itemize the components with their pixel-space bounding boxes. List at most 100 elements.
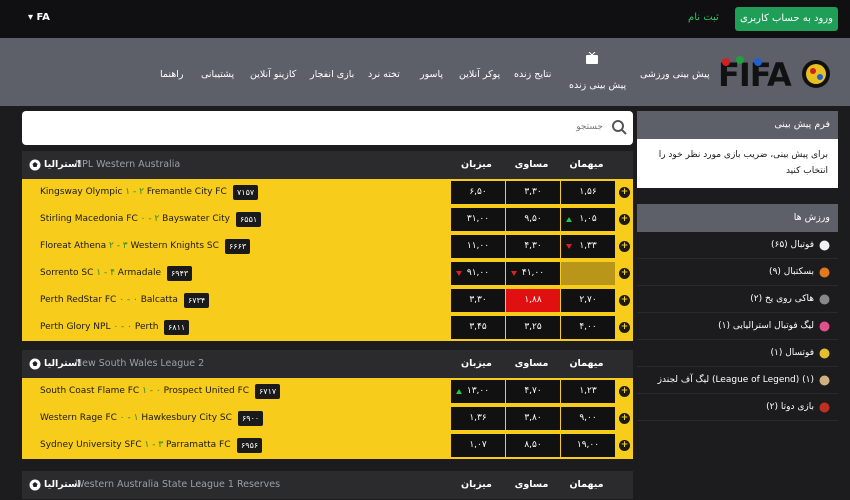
expand-match-icon[interactable]: + (619, 295, 630, 306)
odds-home[interactable]: ۹,۰۰ (561, 407, 615, 430)
odds-home[interactable]: ۱,۰۵ (561, 208, 615, 231)
match-teams[interactable]: Perth Glory NPL ۰ - ۰ Perth (40, 322, 158, 332)
nav-help[interactable]: راهنما (160, 69, 184, 80)
expand-match-icon[interactable]: + (619, 413, 630, 424)
expand-match-icon[interactable]: + (619, 322, 630, 333)
odds-draw[interactable]: ۹,۵۰ (506, 208, 560, 231)
odds-value: ۱,۵۶ (579, 187, 597, 197)
odds-home[interactable]: ۲,۷۰ (561, 289, 615, 312)
odds-home[interactable]: ۱,۳۳ (561, 235, 615, 258)
nav-crash-game[interactable]: بازی انفجار (310, 69, 354, 80)
league-block: استرالیا NPL Western Australia میزبان مس… (22, 151, 633, 341)
nav-pasoor[interactable]: پاسور (420, 69, 443, 80)
match-teams[interactable]: South Coast Flame FC ۱ - ۰ Prospect Unit… (40, 386, 249, 396)
language-selector[interactable]: ▾ FA (28, 12, 50, 23)
expand-match-icon[interactable]: + (619, 214, 630, 225)
odds-home[interactable] (561, 262, 615, 285)
odds-away[interactable]: ۳,۳۰ (451, 289, 505, 312)
odds-away[interactable]: ۳,۴۵ (451, 316, 505, 339)
odds-home[interactable]: ۱,۵۶ (561, 181, 615, 204)
sport-label: فوتبال (۶۵) (770, 240, 814, 250)
match-rows: Kingsway Olympic ۱ - ۲ Fremantle City FC… (22, 179, 633, 341)
sport-item[interactable]: لیگ فوتبال استرالیایی (۱) (637, 313, 838, 340)
odds-draw[interactable]: ۴,۷۰ (506, 380, 560, 403)
home-team: Kingsway Olympic (40, 187, 123, 197)
fifa90-logo[interactable]: FIFA (716, 50, 832, 100)
odds-value: ۲,۷۰ (579, 295, 597, 305)
odds-trend-down-icon (511, 271, 517, 276)
nav-backgammon[interactable]: تخته نرد (368, 69, 400, 80)
odds-draw[interactable]: ۸,۵۰ (506, 434, 560, 457)
match-teams[interactable]: Kingsway Olympic ۱ - ۲ Fremantle City FC (40, 187, 227, 197)
odds-value: ۴,۷۰ (524, 386, 542, 396)
sport-item[interactable]: بازی دوتا (۲) (637, 394, 838, 421)
nav-live-betting[interactable]: پیش بینی زنده (569, 80, 626, 91)
match-teams[interactable]: Floreat Athena ۲ - ۳ Western Knights SC (40, 241, 219, 251)
sport-item[interactable]: فوتسال (۱) (637, 340, 838, 367)
odds-away[interactable]: ۳۱,۰۰ (451, 208, 505, 231)
home-team: South Coast Flame FC (40, 386, 140, 396)
match-teams[interactable]: Sorrento SC ۱ - ۴ Armadale (40, 268, 161, 278)
sport-item[interactable]: بسکتبال (۹) (637, 259, 838, 286)
expand-match-icon[interactable]: + (619, 268, 630, 279)
odds-away[interactable]: ۱,۰۷ (451, 434, 505, 457)
search-bar[interactable]: جستجو (22, 111, 633, 145)
nav-online-poker[interactable]: پوکر آنلاین (459, 69, 500, 80)
odds-home[interactable]: ۴,۰۰ (561, 316, 615, 339)
odds-away[interactable]: ۶,۵۰ (451, 181, 505, 204)
odds-home[interactable]: ۱,۲۳ (561, 380, 615, 403)
match-score: ۱ - ۰ (142, 386, 161, 396)
match-teams[interactable]: Western Rage FC ۰ - ۱ Hawkesbury City SC (40, 413, 232, 423)
league-header[interactable]: استرالیا New South Wales League 2 میزبان… (22, 350, 633, 378)
sport-label: بسکتبال (۹) (769, 267, 814, 277)
odds-away[interactable]: ۹۱,۰۰ (451, 262, 505, 285)
odds-draw[interactable]: ۳,۲۵ (506, 316, 560, 339)
signup-link[interactable]: ثبت نام (688, 12, 719, 23)
odds-draw[interactable]: ۱,۸۸ (506, 289, 560, 312)
match-row: Perth Glory NPL ۰ - ۰ Perth ۶۸۱۱ ۳,۴۵ ۳,… (22, 314, 633, 341)
sport-item[interactable]: لیگ آف لجندز (League of Legend) (۱) (637, 367, 838, 394)
sport-icon (819, 402, 830, 413)
odds-draw[interactable]: ۳,۳۰ (506, 181, 560, 204)
odds-away[interactable]: ۱,۳۶ (451, 407, 505, 430)
match-teams[interactable]: Stirling Macedonia FC ۰ - ۲ Bayswater Ci… (40, 214, 230, 224)
expand-match-icon[interactable]: + (619, 386, 630, 397)
nav-support[interactable]: پشتیبانی (201, 69, 234, 80)
away-team: Armadale (117, 268, 162, 278)
match-id-badge: ۶۶۶۳ (225, 239, 251, 254)
sport-label: هاکی روی یخ (۲) (750, 294, 814, 304)
col-away-header: میزبان (461, 159, 492, 170)
nav-online-casino[interactable]: کازینو آنلاین (250, 69, 296, 80)
odds-away[interactable]: ۱۱,۰۰ (451, 235, 505, 258)
nav-sports-betting[interactable]: پیش بینی ورزشی (640, 69, 710, 80)
odds-draw[interactable]: ۴,۳۰ (506, 235, 560, 258)
league-block: استرالیا New South Wales League 2 میزبان… (22, 350, 633, 459)
match-teams[interactable]: Perth RedStar FC ۰ - ۰ Balcatta (40, 295, 178, 305)
soccer-ball-icon (29, 479, 41, 491)
league-name: NPL Western Australia (75, 159, 181, 170)
expand-match-icon[interactable]: + (619, 187, 630, 198)
match-teams[interactable]: Sydney University SFC ۱ - ۳ Parramatta F… (40, 440, 231, 450)
expand-match-icon[interactable]: + (619, 440, 630, 451)
sport-item[interactable]: فوتبال (۶۵) (637, 232, 838, 259)
col-home-header: میهمان (569, 358, 604, 369)
league-block: استرالیا Western Australia State League … (22, 471, 633, 499)
match-row: Floreat Athena ۲ - ۳ Western Knights SC … (22, 233, 633, 260)
col-home-header: میهمان (569, 479, 604, 490)
odds-draw[interactable]: ۳,۸۰ (506, 407, 560, 430)
nav-live-results[interactable]: نتایج زنده (514, 69, 551, 80)
login-button[interactable]: ورود به حساب کاربری (735, 7, 838, 31)
league-header[interactable]: استرالیا NPL Western Australia میزبان مس… (22, 151, 633, 179)
odds-home[interactable]: ۱۹,۰۰ (561, 434, 615, 457)
odds-away[interactable]: ۱۳,۰۰ (451, 380, 505, 403)
sport-icon (819, 267, 830, 278)
league-header[interactable]: استرالیا Western Australia State League … (22, 471, 633, 499)
sport-item[interactable]: هاکی روی یخ (۲) (637, 286, 838, 313)
match-score: ۲ - ۳ (109, 241, 128, 251)
odds-draw[interactable]: ۴۱,۰۰ (506, 262, 560, 285)
odds-value: ۹۱,۰۰ (466, 268, 490, 278)
sport-label: لیگ آف لجندز (League of Legend) (۱) (657, 375, 814, 385)
expand-match-icon[interactable]: + (619, 241, 630, 252)
odds-value: ۱,۲۳ (579, 386, 597, 396)
search-input[interactable]: جستجو (576, 122, 603, 132)
